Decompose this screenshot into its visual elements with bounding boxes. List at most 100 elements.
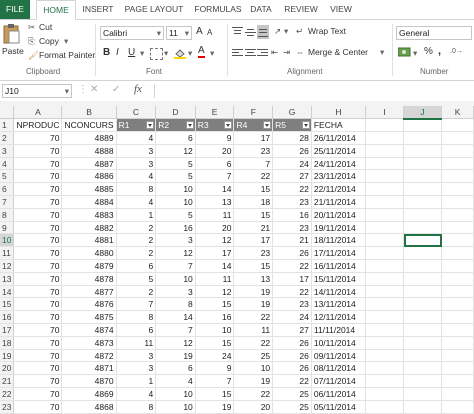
cell[interactable] [441,310,474,325]
increase-indent-icon[interactable]: ⇥ [283,47,290,58]
cell[interactable]: 11 [195,208,235,222]
cell[interactable]: 4880 [61,246,117,261]
tab-page-layout[interactable]: PAGE LAYOUT [122,0,186,19]
cell[interactable]: 1 [116,208,157,222]
cell[interactable] [403,118,443,133]
header-cell[interactable]: FECHA [311,118,367,133]
cell[interactable]: 23 [272,221,312,235]
font-color-button[interactable]: A [198,46,205,58]
cell[interactable]: 11 [233,323,274,337]
cell[interactable]: 14/11/2014 [311,285,367,299]
cell[interactable]: 8 [155,297,196,312]
number-format-select[interactable]: General [396,26,472,40]
cell[interactable] [441,233,474,248]
cell[interactable]: 25 [272,400,312,414]
row-header[interactable]: 16 [0,310,15,325]
cell[interactable] [441,259,474,273]
cell[interactable]: 15 [233,259,274,273]
row-header[interactable]: 21 [0,374,15,389]
fill-color-icon[interactable] [174,48,186,59]
name-box[interactable]: J10 ▾ [2,84,72,98]
cell[interactable]: 24 [272,310,312,325]
column-header[interactable]: K [441,106,474,120]
cell[interactable]: 15 [233,182,274,197]
row-header[interactable]: 1 [0,118,15,133]
tab-data[interactable]: DATA [246,0,276,19]
cell[interactable]: 3 [155,285,196,299]
cell[interactable]: 4886 [61,169,117,184]
borders-icon[interactable] [150,48,163,60]
cell[interactable]: 26 [272,336,312,350]
cell[interactable]: 70 [13,131,63,145]
cell[interactable] [365,144,404,158]
cell[interactable]: 21/11/2014 [311,195,367,209]
cell[interactable]: 27 [272,323,312,337]
cell[interactable] [365,387,404,401]
cell[interactable]: 10 [195,323,235,337]
cell[interactable]: 6 [116,259,157,273]
row-header[interactable]: 19 [0,349,15,363]
cell[interactable]: 12 [195,233,235,248]
cell[interactable]: 70 [13,144,63,158]
cell[interactable] [441,336,474,350]
cell[interactable]: 05/11/2014 [311,400,367,414]
header-cell[interactable]: R5 [272,118,312,133]
cell[interactable]: 22 [233,387,274,401]
cell[interactable]: 11 [195,272,235,286]
cell[interactable]: 10 [155,400,196,414]
cell[interactable]: 70 [13,310,63,325]
cell[interactable] [441,118,474,133]
row-header[interactable]: 22 [0,387,15,401]
cell[interactable]: 70 [13,259,63,273]
cell[interactable]: 12 [195,285,235,299]
grow-font-button[interactable]: A [196,26,203,37]
wrap-text-button[interactable]: ↵ Wrap Text [296,25,366,38]
cell[interactable] [441,169,474,184]
cell[interactable]: 7 [195,169,235,184]
cell[interactable]: 08/11/2014 [311,361,367,376]
cell[interactable]: 70 [13,387,63,401]
increase-decimal-icon[interactable]: .0→ [450,48,463,55]
cell[interactable]: 70 [13,208,63,222]
cell[interactable]: 4871 [61,361,117,376]
cell[interactable]: 22 [272,374,312,389]
shrink-font-button[interactable]: A [207,28,212,37]
cancel-icon[interactable]: ✕ [90,84,98,95]
header-cell[interactable]: R2 [155,118,196,133]
cell[interactable]: 07/11/2014 [311,374,367,389]
cell[interactable]: 15 [195,387,235,401]
tab-home[interactable]: HOME [36,0,76,20]
cell[interactable]: 6 [116,323,157,337]
cell[interactable]: 3 [116,349,157,363]
cell[interactable]: 17 [233,233,274,248]
cell[interactable]: 28 [272,131,312,145]
cell[interactable]: 3 [116,157,157,171]
format-painter-button[interactable]: 🖌 Format Painter [28,50,95,62]
cell[interactable]: 6 [155,361,196,376]
cell[interactable]: 17 [272,272,312,286]
cell[interactable] [441,157,474,171]
cell[interactable]: 22 [272,259,312,273]
cell[interactable]: 18/11/2014 [311,233,367,248]
font-name-select[interactable]: Calibri ▾ [100,26,164,40]
cell[interactable]: 4879 [61,259,117,273]
cell[interactable]: 70 [13,349,63,363]
cell[interactable] [441,221,474,235]
cell[interactable]: 70 [13,272,63,286]
cell[interactable]: 4875 [61,310,117,325]
cell[interactable] [441,144,474,158]
cell[interactable]: 7 [195,374,235,389]
cell[interactable]: 16 [272,208,312,222]
cell[interactable]: 4876 [61,297,117,312]
cell[interactable]: 19/11/2014 [311,221,367,235]
cell[interactable]: 11 [116,336,157,350]
row-header[interactable]: 11 [0,246,15,261]
paste-button[interactable]: Paste [2,23,24,63]
italic-button[interactable]: I [116,47,119,58]
cell[interactable]: 19 [233,297,274,312]
cell[interactable]: 4 [116,131,157,145]
cell[interactable] [441,374,474,389]
cell[interactable]: 22 [233,169,274,184]
chevron-down-icon[interactable]: ▾ [210,48,214,59]
cell[interactable] [403,336,443,350]
